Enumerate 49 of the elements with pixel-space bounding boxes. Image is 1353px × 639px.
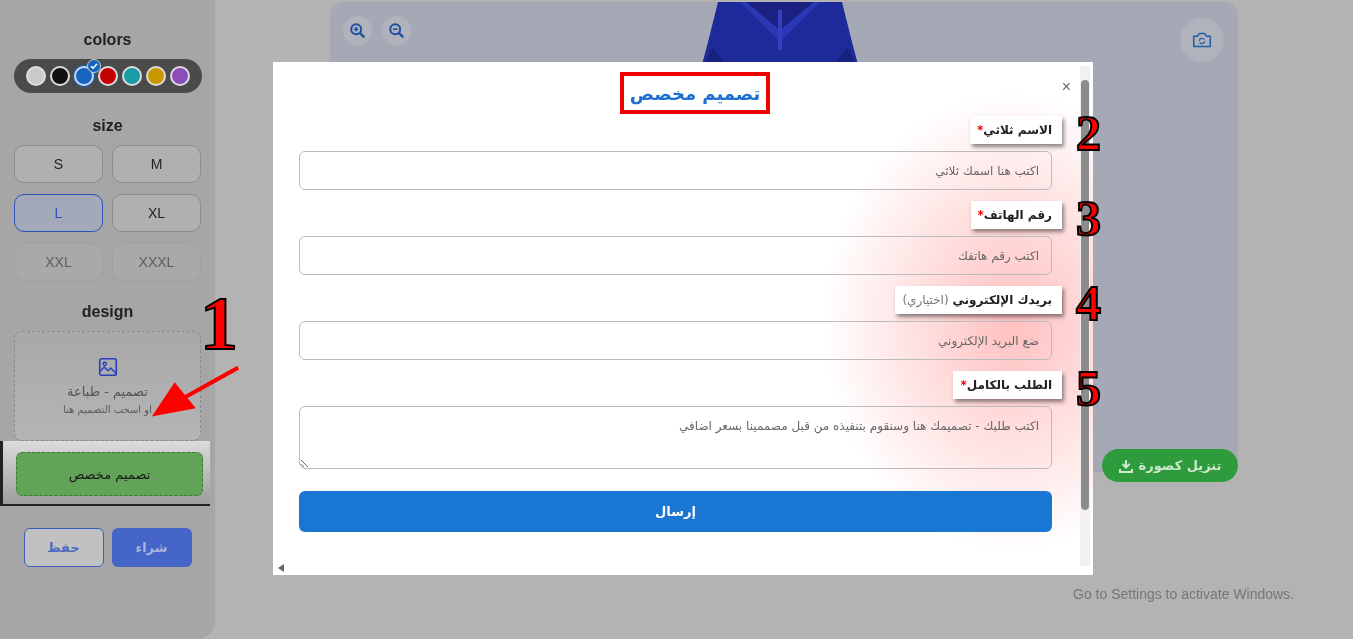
label-text: رقم الهاتف xyxy=(983,208,1052,222)
label-text: الاسم ثلاثي xyxy=(983,123,1052,137)
color-swatch[interactable] xyxy=(145,66,166,86)
color-swatch[interactable] xyxy=(73,66,94,86)
dialog-title: تصميم مخصص xyxy=(629,82,761,104)
size-button[interactable]: M xyxy=(112,145,201,183)
buy-button[interactable]: شراء xyxy=(111,528,192,567)
section-title: size xyxy=(92,117,123,135)
section-title: colors xyxy=(83,31,132,49)
download-icon xyxy=(1118,458,1133,473)
size-button[interactable]: XL xyxy=(112,194,201,232)
size-button[interactable]: S xyxy=(14,145,103,183)
annotation-number: 5 xyxy=(1076,363,1101,413)
scroll-left-icon[interactable] xyxy=(278,564,284,572)
activation-notice: Go to Settings to activate Windows. xyxy=(1073,586,1294,602)
color-swatch[interactable] xyxy=(121,66,142,86)
annotation-number: 1 xyxy=(200,285,238,361)
textarea-field[interactable]: اكتب طلبك - تصميمك هنا وسنقوم بتنفيذه من قبل مصممينا بسعر اضافي xyxy=(299,406,1052,469)
annotation-number: 3 xyxy=(1076,193,1101,243)
upload-area[interactable]: تصميم - طباعة او اسحب التصميم هنا xyxy=(14,331,201,441)
input-field[interactable]: ضع البريد الإلكتروني xyxy=(299,321,1052,360)
annotation-number: 4 xyxy=(1076,278,1101,328)
color-swatch[interactable] xyxy=(25,66,46,86)
zoom-out-icon[interactable] xyxy=(382,16,411,45)
close-button[interactable]: × xyxy=(1061,78,1071,96)
check-icon xyxy=(86,59,101,73)
optional-note: (اختياري) xyxy=(902,293,950,307)
label-text: بريدك الإلكتروني xyxy=(952,293,1052,307)
upload-title: تصميم - طباعة xyxy=(67,384,148,399)
required-mark: * xyxy=(977,208,984,222)
save-button[interactable]: حفظ xyxy=(23,528,104,567)
zoom-in-icon[interactable] xyxy=(343,16,372,45)
color-swatch[interactable] xyxy=(97,66,118,86)
custom-design-button[interactable]: تصميم مخصص xyxy=(16,452,203,496)
submit-button[interactable]: إرسال xyxy=(299,491,1052,532)
input-field[interactable]: اكتب هنا اسمك ثلاثي xyxy=(299,151,1052,190)
color-swatch[interactable] xyxy=(49,66,70,86)
label-text: الطلب بالكامل xyxy=(966,378,1052,392)
camera-icon[interactable] xyxy=(1180,18,1224,62)
input-field[interactable]: اكتب رقم هاتفك xyxy=(299,236,1052,275)
annotation-number: 2 xyxy=(1076,108,1101,158)
size-button[interactable]: L xyxy=(14,194,103,232)
image-icon xyxy=(96,356,119,378)
section-title: design xyxy=(81,303,134,321)
required-mark: * xyxy=(977,123,984,137)
upload-hint: او اسحب التصميم هنا xyxy=(63,404,152,415)
required-mark: * xyxy=(960,378,967,392)
color-swatch[interactable] xyxy=(169,66,190,86)
download-button[interactable]: تنزيل كصورة xyxy=(1102,449,1238,482)
